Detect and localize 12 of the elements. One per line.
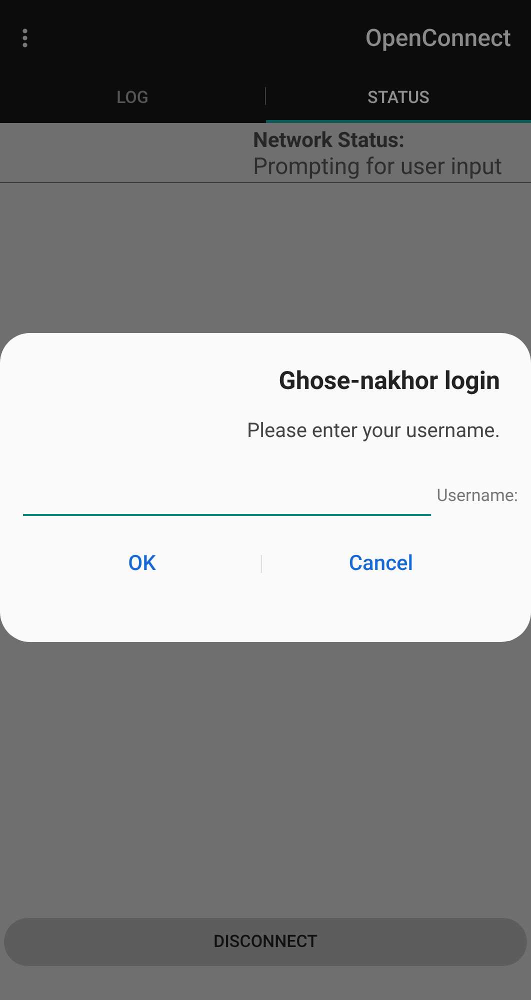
app-title: OpenConnect xyxy=(365,24,511,52)
disconnect-button[interactable]: DISCONNECT xyxy=(4,918,527,966)
status-value: Prompting for user input xyxy=(253,153,503,180)
tab[interactable]: STATUS xyxy=(266,75,531,123)
dialog-title: Ghose-nakhor login xyxy=(278,367,500,396)
more-options-icon[interactable] xyxy=(22,28,28,48)
status-heading: Network Status: xyxy=(253,129,406,153)
dialog-message: Please enter your username. xyxy=(247,418,500,442)
tab[interactable]: LOG xyxy=(0,75,265,123)
dialog-button[interactable]: OK xyxy=(23,542,261,586)
dialog-button[interactable]: Cancel xyxy=(262,542,500,586)
field-label: Username: xyxy=(436,486,518,508)
